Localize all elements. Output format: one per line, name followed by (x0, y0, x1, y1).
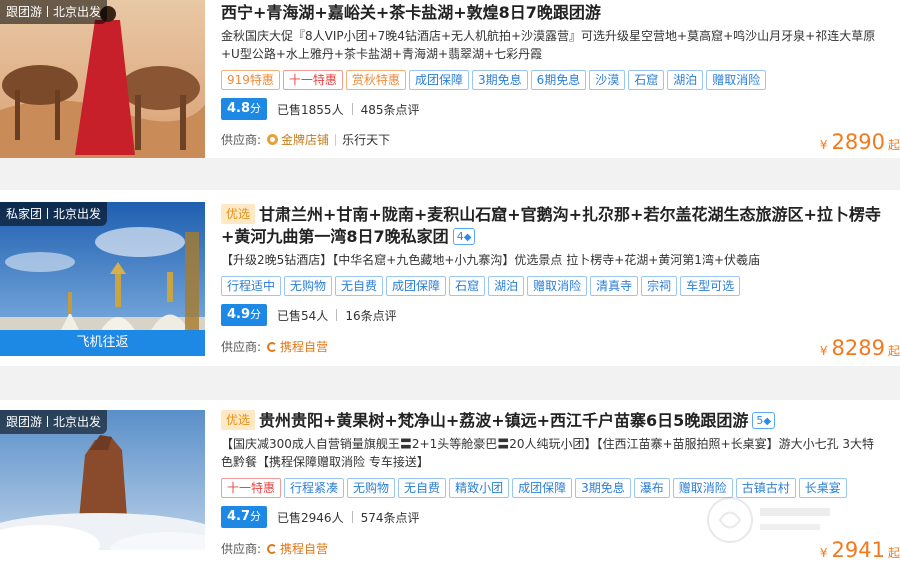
feature-tag: 无购物 (284, 276, 333, 296)
feature-tag: 石窟 (628, 70, 665, 90)
feature-tags: 919特惠 十一特惠 赏秋特惠 成团保障 3期免息 6期免息 沙漠 石窟 湖泊 赠取消险 (221, 69, 886, 91)
ctrip-logo-icon (267, 543, 278, 554)
product-image[interactable]: 跟团游 北京出发 (0, 0, 205, 158)
ctrip-logo-icon (267, 341, 278, 352)
feature-tag: 成团保障 (512, 478, 573, 498)
feature-tag: 赠取消险 (706, 70, 767, 90)
ctrip-self-operated-badge: 携程自营 (267, 540, 328, 557)
feature-tag: 6期免息 (530, 70, 587, 90)
review-count[interactable]: 16条点评 (345, 307, 396, 324)
product-stats: 4.9分 已售54人 16条点评 (221, 303, 886, 327)
diamond-level-badge: 5◆ (752, 412, 776, 429)
product-title[interactable]: 优选 甘肃兰州+甘南+陇南+麦积山石窟+官鹅沟+扎尕那+若尔盖花湖生态旅游区+拉卜… (221, 204, 886, 248)
supplier-name[interactable]: 乐行天下 (342, 131, 390, 148)
review-count[interactable]: 574条点评 (361, 509, 420, 526)
product-image[interactable]: 私家团 北京出发 飞机往返 (0, 202, 205, 356)
gold-store-badge: 金牌店铺 (267, 131, 329, 148)
feature-tag: 十一特惠 (221, 478, 282, 498)
ctrip-self-operated-badge: 携程自营 (267, 338, 328, 355)
feature-tag: 车型可选 (680, 276, 741, 296)
feature-tag: 行程紧凑 (284, 478, 345, 498)
feature-tag: 919特惠 (221, 70, 280, 90)
product-image[interactable]: 跟团游 北京出发 (0, 410, 205, 565)
sold-count: 已售2946人 (277, 510, 344, 525)
product-subtitle: 【国庆减300成人自营销量旗舰王〓2+1头等舱豪巴〓20人纯玩小团】【住西江苗寨… (221, 437, 875, 469)
watermark-logo-icon (707, 497, 830, 543)
feature-tag: 瀑布 (633, 478, 670, 498)
product-subtitle: 金秋国庆大促『8人VIP小团+7晚4钻酒店+无人机航拍+沙漠露营』可选升级星空营… (221, 29, 876, 61)
feature-tag: 湖泊 (667, 70, 704, 90)
diamond-icon: ◆ (763, 416, 772, 427)
product-stats: 4.8分 已售1855人 485条点评 (221, 97, 886, 121)
feature-tag: 无自费 (398, 478, 447, 498)
feature-tag: 十一特惠 (282, 70, 343, 90)
rating-score: 4.7分 (221, 506, 268, 528)
diamond-icon: ◆ (463, 232, 472, 243)
transport-label: 飞机往返 (0, 330, 205, 356)
feature-tag: 清真寺 (590, 276, 639, 296)
product-price: ¥2890 起 (819, 130, 900, 154)
feature-tag: 无自费 (335, 276, 384, 296)
sold-count: 已售1855人 (277, 102, 344, 117)
tour-type-tag: 跟团游 北京出发 (0, 410, 108, 434)
review-count[interactable]: 485条点评 (361, 101, 420, 118)
product-card[interactable]: 跟团游 北京出发 西宁+青海湖+嘉峪关+茶卡盐湖+敦煌8日7晚跟团游 金秋国庆大促… (0, 0, 900, 158)
supplier-info: 供应商: 携程自营 (221, 338, 329, 355)
feature-tag: 3期免息 (575, 478, 631, 498)
product-card[interactable]: 私家团 北京出发 飞机往返 优选 甘肃兰州+甘南+陇南+麦积山石窟+官鹅沟+扎尕那+… (0, 190, 900, 366)
rating-score: 4.9分 (221, 304, 268, 326)
product-subtitle: 【升级2晚5钻酒店】【中华名窟+九色藏地+小九寨沟】优选景点 拉卜楞寺+花湖+黄… (221, 253, 760, 267)
rating-score: 4.8分 (221, 98, 268, 120)
preferred-badge: 优选 (221, 410, 256, 430)
tour-type-tag: 跟团游 北京出发 (0, 0, 108, 24)
feature-tag: 赠取消险 (527, 276, 588, 296)
feature-tag: 石窟 (449, 276, 486, 296)
feature-tag: 湖泊 (488, 276, 525, 296)
product-title[interactable]: 西宁+青海湖+嘉峪关+茶卡盐湖+敦煌8日7晚跟团游 (221, 2, 886, 24)
feature-tag: 成团保障 (386, 276, 447, 296)
supplier-info: 供应商: 金牌店铺 乐行天下 (221, 131, 391, 148)
feature-tag: 3期免息 (471, 70, 528, 90)
feature-tag: 成团保障 (408, 70, 469, 90)
feature-tag: 行程适中 (221, 276, 282, 296)
feature-tag: 无购物 (347, 478, 396, 498)
product-price: ¥8289 起 (819, 336, 900, 360)
product-title[interactable]: 优选 贵州贵阳+黄果树+梵净山+荔波+镇远+西江千户苗寨6日5晚跟团游 5◆ (221, 410, 886, 432)
supplier-info: 供应商: 携程自营 (221, 540, 329, 557)
tour-type-tag: 私家团 北京出发 (0, 202, 108, 226)
sold-count: 已售54人 (277, 308, 329, 323)
feature-tags: 行程适中 无购物 无自费 成团保障 石窟 湖泊 赠取消险 清真寺 宗祠 车型可选 (221, 275, 886, 297)
feature-tag: 赏秋特惠 (345, 70, 406, 90)
diamond-level-badge: 4◆ (452, 228, 476, 245)
gold-medal-icon (267, 134, 279, 145)
preferred-badge: 优选 (221, 204, 256, 224)
feature-tag: 精致小团 (449, 478, 510, 498)
feature-tag: 宗祠 (641, 276, 678, 296)
feature-tag: 沙漠 (589, 70, 626, 90)
